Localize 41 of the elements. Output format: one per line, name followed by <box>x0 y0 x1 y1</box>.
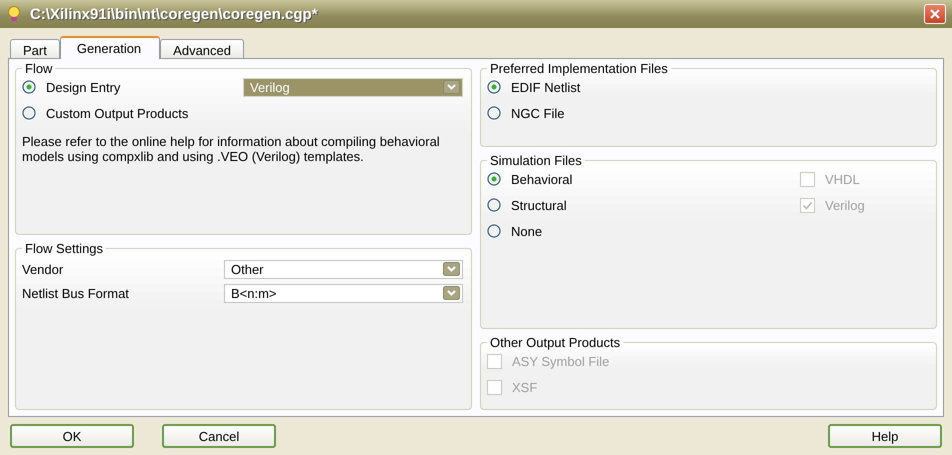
tab[interactable]: Generation <box>60 36 160 59</box>
close-icon <box>929 8 941 20</box>
dropdown[interactable]: B<n:m> <box>224 284 463 302</box>
caret-icon <box>443 286 460 300</box>
checkbox-label: VHDL <box>825 172 860 186</box>
lightbulb-icon <box>6 5 22 23</box>
field-label: Vendor <box>22 262 64 276</box>
group-title: Simulation Files <box>489 153 583 168</box>
radio-label: Structural <box>511 198 567 212</box>
radio-button[interactable] <box>487 198 501 212</box>
radio-button[interactable] <box>22 80 36 94</box>
group-title: Preferred Implementation Files <box>489 61 669 76</box>
tab[interactable]: Part <box>10 39 60 58</box>
radio-label: NGC File <box>511 106 564 120</box>
radio-label: None <box>511 224 542 238</box>
checkbox-label: XSF <box>512 380 538 394</box>
help-note: Please refer to the online help for information about compiling behavioral models using compxlib and using .VEO (Verilog) templates. <box>22 134 441 164</box>
radio-button[interactable] <box>487 106 501 120</box>
group-title: Flow <box>24 61 54 76</box>
radio-label: Custom Output Products <box>46 106 188 120</box>
close-button[interactable] <box>924 4 946 24</box>
caret-icon <box>443 262 460 276</box>
group-title: Other Output Products <box>489 335 622 350</box>
dialog-button[interactable]: Help <box>828 424 942 448</box>
radio-button[interactable] <box>22 106 36 120</box>
radio-label: Design Entry <box>46 80 120 94</box>
dialog-button[interactable]: OK <box>10 424 134 448</box>
checkbox-label: ASY Symbol File <box>512 354 610 368</box>
caret-icon <box>443 80 460 94</box>
radio-button[interactable] <box>487 224 501 238</box>
radio-label: EDIF Netlist <box>511 80 580 94</box>
radio-button[interactable] <box>487 172 501 186</box>
dialog-button[interactable]: Cancel <box>162 424 276 448</box>
group-title: Flow Settings <box>24 241 104 256</box>
tab[interactable]: Advanced <box>160 39 244 58</box>
checkbox-label: Verilog <box>825 198 865 212</box>
dropdown[interactable]: Other <box>224 260 463 278</box>
window-title: C:\Xilinx91i\bin\nt\coregen\coregen.cgp* <box>30 6 319 22</box>
radio-button[interactable] <box>487 80 501 94</box>
field-label: Netlist Bus Format <box>22 286 130 300</box>
radio-label: Behavioral <box>511 172 572 186</box>
